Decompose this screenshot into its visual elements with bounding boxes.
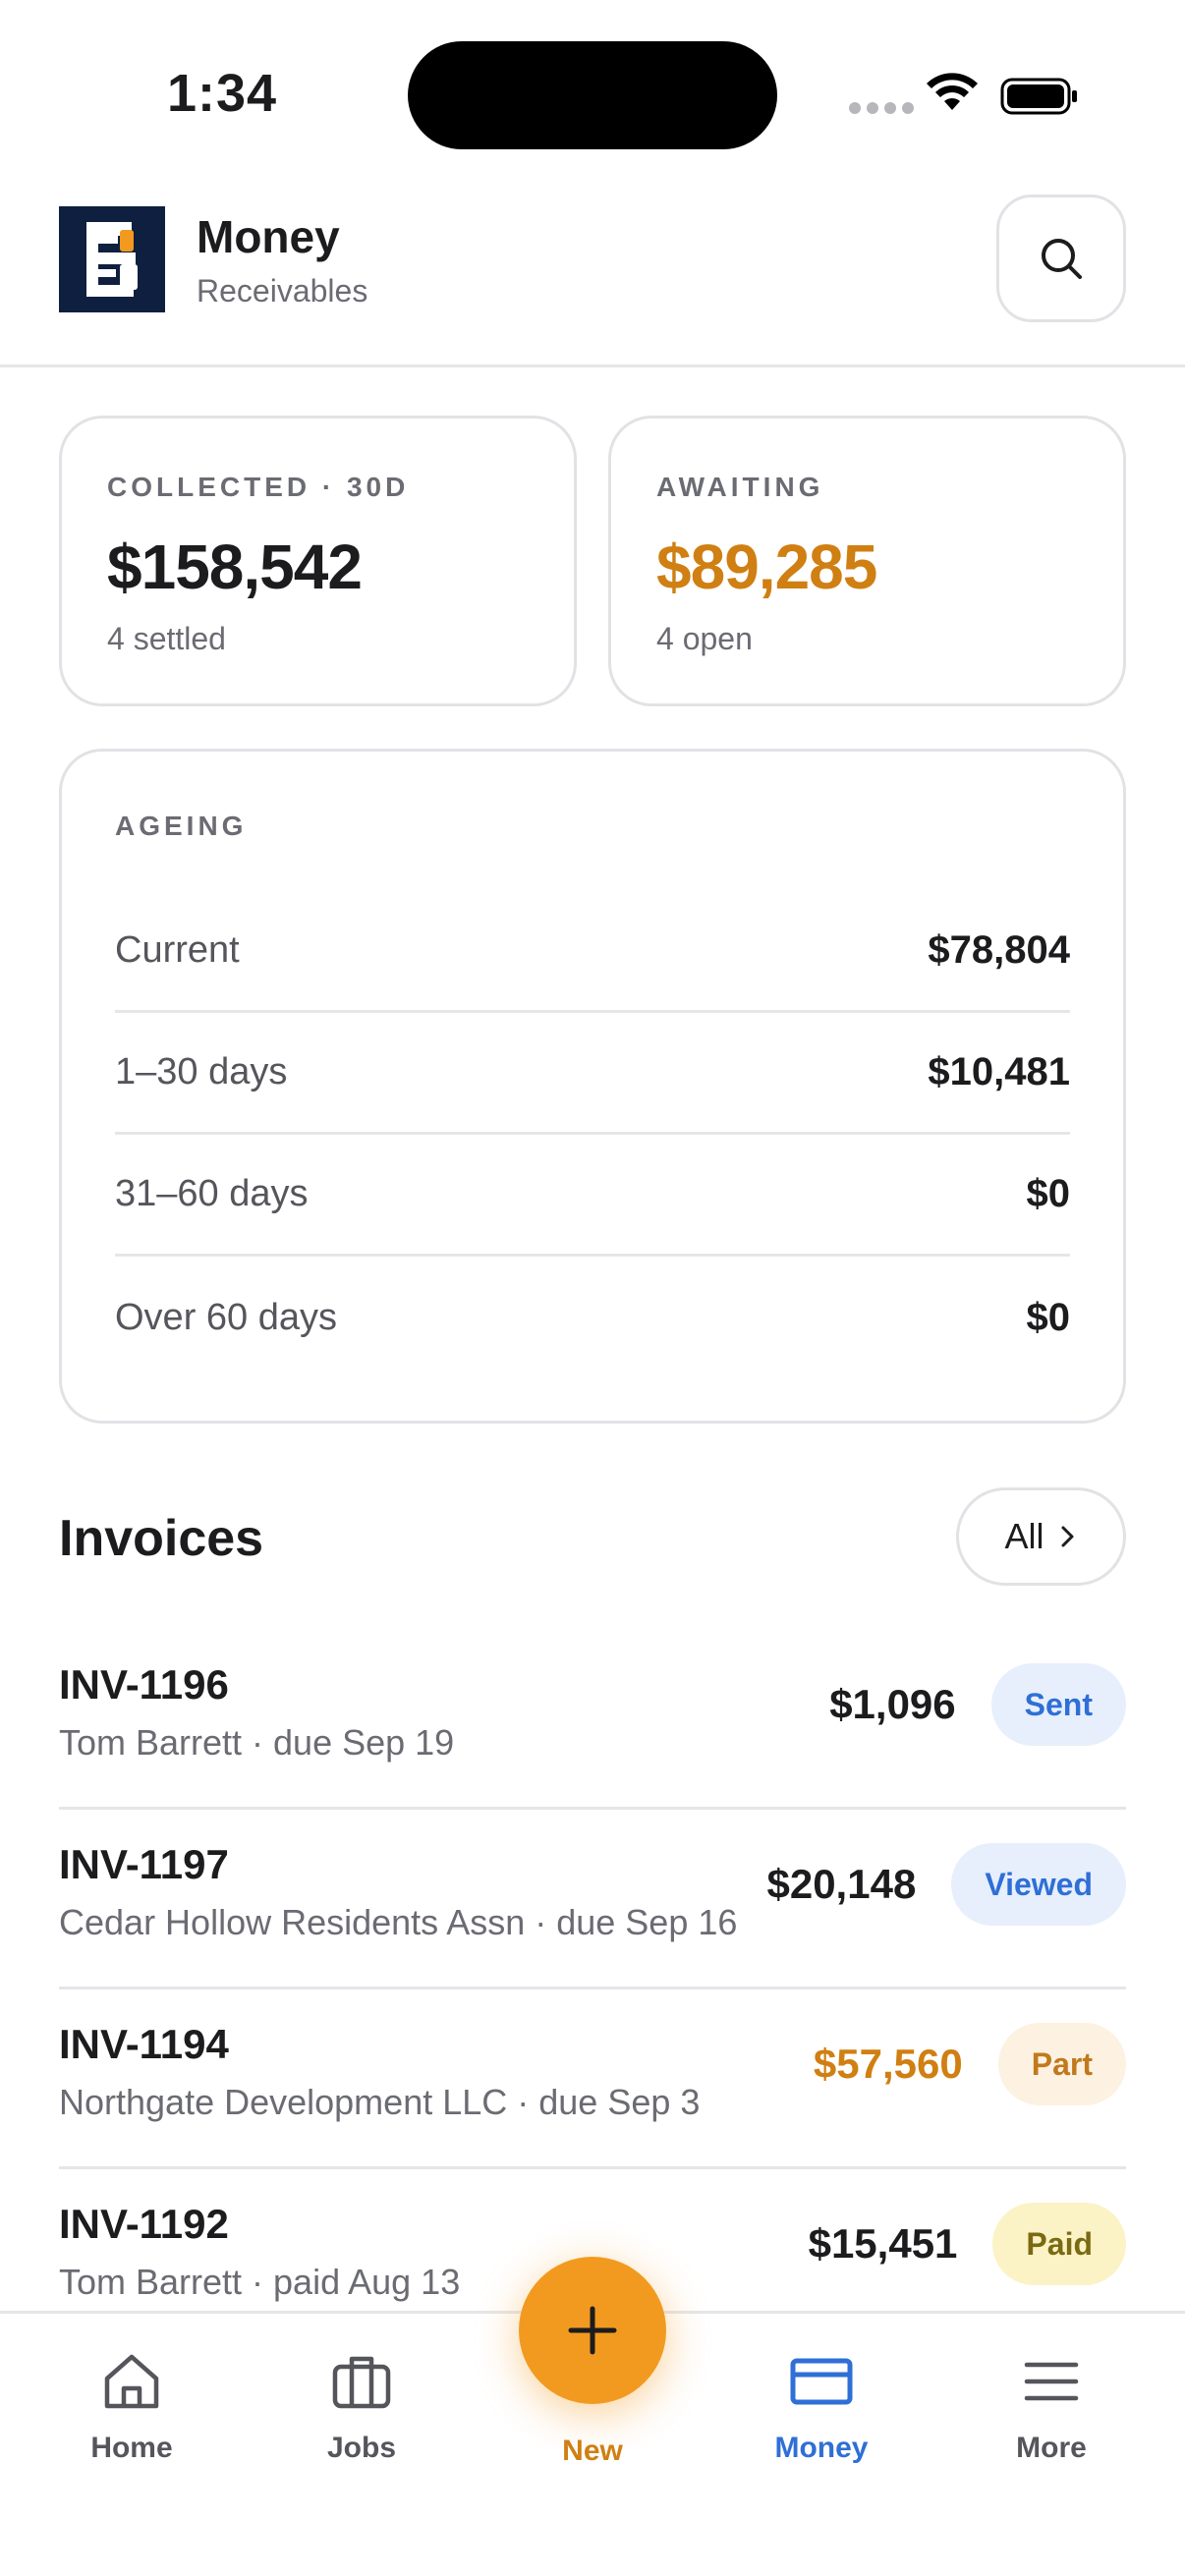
- invoice-row[interactable]: INV-1197 Cedar Hollow Residents Assn · d…: [59, 1810, 1126, 1989]
- nav-item-money[interactable]: Money: [733, 2347, 910, 2504]
- invoice-subtitle: Tom Barrett · paid Aug 13: [59, 2262, 461, 2302]
- ageing-row-over-60: Over 60 days $0: [115, 1257, 1070, 1378]
- nav-item-more[interactable]: More: [963, 2347, 1140, 2504]
- invoice-subtitle: Northgate Development LLC · due Sep 3: [59, 2082, 701, 2122]
- search-icon: [1042, 239, 1082, 279]
- ageing-row-value: $78,804: [928, 928, 1070, 972]
- page-title: Money: [197, 211, 340, 262]
- invoice-id: INV-1196: [59, 1661, 229, 1708]
- nav-item-jobs[interactable]: Jobs: [273, 2347, 450, 2504]
- invoices-filter-button[interactable]: All: [956, 1487, 1126, 1586]
- collected-sub: 4 settled: [107, 621, 226, 656]
- invoice-amount: $1,096: [829, 1681, 956, 1727]
- status-bar: 1:34: [0, 0, 1185, 187]
- ageing-row-current: Current $78,804: [115, 891, 1070, 1013]
- collected-label: COLLECTED · 30D: [107, 472, 410, 502]
- awaiting-value: $89,285: [656, 532, 877, 602]
- ageing-row-name: Over 60 days: [115, 1296, 337, 1338]
- ageing-card: AGEING Current $78,804 1–30 days $10,481…: [59, 749, 1126, 1424]
- dynamic-island: [408, 41, 777, 149]
- app-header: Money Receivables: [0, 187, 1185, 367]
- invoices-filter-label: All: [1004, 1516, 1044, 1556]
- briefcase-icon: [332, 2356, 391, 2409]
- invoice-row[interactable]: INV-1196 Tom Barrett · due Sep 19 $1,096…: [59, 1630, 1126, 1810]
- invoice-subtitle: Tom Barrett · due Sep 19: [59, 1722, 455, 1763]
- invoice-subtitle: Cedar Hollow Residents Assn · due Sep 16: [59, 1902, 738, 1942]
- nav-label-jobs: Jobs: [326, 2432, 397, 2464]
- nav-item-home[interactable]: Home: [43, 2347, 220, 2504]
- invoice-id: INV-1192: [59, 2201, 229, 2247]
- nav-label-home: Home: [90, 2432, 173, 2464]
- status-time: 1:34: [167, 64, 278, 123]
- invoice-amount: $57,560: [813, 2041, 963, 2087]
- invoice-id: INV-1194: [59, 2021, 229, 2067]
- ageing-row-name: 1–30 days: [115, 1051, 288, 1092]
- ageing-row-value: $0: [1026, 1172, 1071, 1215]
- plus-icon: [568, 2306, 617, 2355]
- invoice-amount: $20,148: [766, 1861, 917, 1907]
- ageing-row-1-30: 1–30 days $10,481: [115, 1013, 1070, 1135]
- invoices-title: Invoices: [59, 1510, 264, 1567]
- nav-label-new: New: [562, 2435, 623, 2467]
- collected-card[interactable]: COLLECTED · 30D $158,542 4 settled: [59, 416, 577, 706]
- awaiting-card[interactable]: AWAITING $89,285 4 open: [608, 416, 1126, 706]
- wifi-icon: [927, 73, 978, 110]
- credit-card-icon: [790, 2358, 853, 2405]
- collected-value: $158,542: [107, 532, 363, 602]
- ageing-row-name: 31–60 days: [115, 1173, 309, 1214]
- search-button[interactable]: [996, 195, 1126, 322]
- status-badge: Paid: [992, 2203, 1126, 2285]
- page-subtitle: Receivables: [197, 273, 368, 308]
- ageing-label: AGEING: [115, 811, 248, 841]
- nav-label-money: Money: [774, 2432, 869, 2464]
- home-icon: [104, 2354, 159, 2409]
- awaiting-sub: 4 open: [656, 621, 753, 656]
- invoice-id: INV-1197: [59, 1841, 229, 1887]
- awaiting-label: AWAITING: [656, 472, 824, 502]
- battery-icon: [1000, 78, 1077, 115]
- chevron-right-icon: [1061, 1526, 1073, 1547]
- menu-icon: [1024, 2362, 1079, 2401]
- brand-logo: [59, 206, 165, 312]
- invoice-row[interactable]: INV-1194 Northgate Development LLC · due…: [59, 1989, 1126, 2169]
- invoice-amount: $15,451: [808, 2220, 958, 2267]
- ageing-row-name: Current: [115, 929, 240, 971]
- status-badge: Viewed: [951, 1843, 1126, 1926]
- signal-icon: [849, 102, 914, 114]
- nav-label-more: More: [1016, 2432, 1087, 2464]
- ageing-row-31-60: 31–60 days $0: [115, 1135, 1070, 1257]
- ageing-row-value: $10,481: [928, 1050, 1070, 1093]
- ageing-row-value: $0: [1026, 1295, 1071, 1339]
- status-badge: Sent: [990, 1663, 1126, 1746]
- status-badge: Part: [997, 2023, 1126, 2105]
- new-button[interactable]: [519, 2257, 666, 2404]
